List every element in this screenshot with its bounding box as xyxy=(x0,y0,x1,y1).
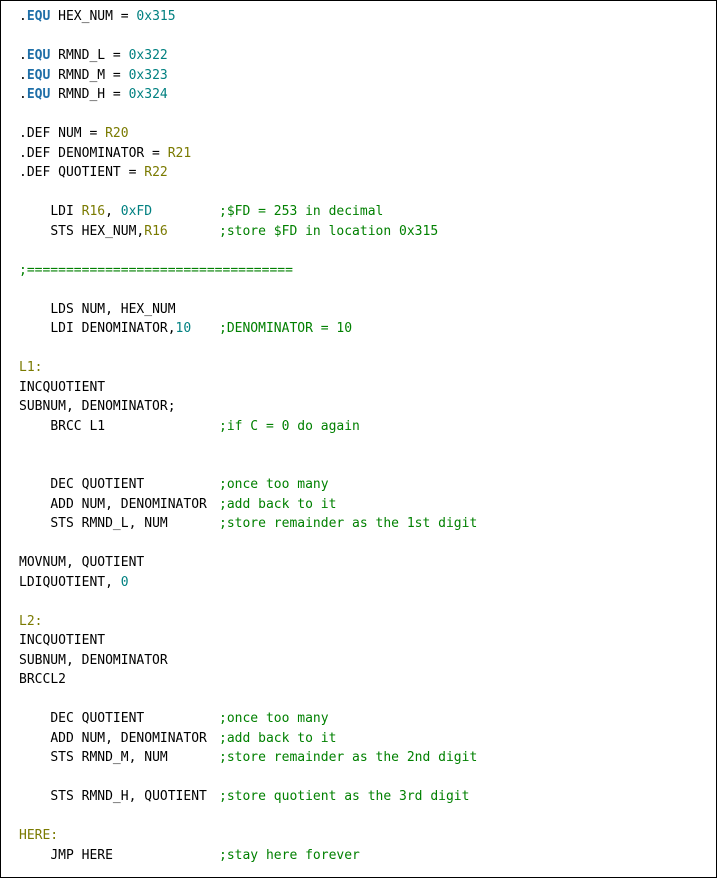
code-line: LDI QUOTIENT, 0 xyxy=(19,573,704,593)
code-line: LDI R16, 0xFD;$FD = 253 in decimal xyxy=(19,202,704,222)
code-line: LDS NUM, HEX_NUM xyxy=(19,300,704,320)
blank-line xyxy=(19,768,704,788)
separator-comment: ;================================== xyxy=(19,261,704,281)
assembly-code-listing: .EQU HEX_NUM = 0x315 .EQU RMND_L = 0x322… xyxy=(0,0,717,878)
code-line: BRCC L2 xyxy=(19,670,704,690)
code-line: DEC QUOTIENT;once too many xyxy=(19,475,704,495)
blank-line xyxy=(19,280,704,300)
equ-name: HEX_NUM xyxy=(58,7,113,27)
equals: = xyxy=(113,7,136,27)
code-line: JMP HERE;stay here forever xyxy=(19,846,704,866)
blank-line xyxy=(19,690,704,710)
code-line: BRCC L1;if C = 0 do again xyxy=(19,417,704,437)
label-l2: L2: xyxy=(19,612,704,632)
label-l1: L1: xyxy=(19,358,704,378)
blank-line xyxy=(19,27,704,47)
code-line: INC QUOTIENT xyxy=(19,378,704,398)
blank-line xyxy=(19,534,704,554)
code-line: INC QUOTIENT xyxy=(19,631,704,651)
code-line: STS RMND_M, NUM;store remainder as the 2… xyxy=(19,748,704,768)
code-line: .DEF QUOTIENT = R22 xyxy=(19,163,704,183)
code-line: .EQU RMND_H = 0x324 xyxy=(19,85,704,105)
code-line: STS HEX_NUM,R16;store $FD in location 0x… xyxy=(19,222,704,242)
code-line: STS RMND_L, NUM;store remainder as the 1… xyxy=(19,514,704,534)
code-line: ADD NUM, DENOMINATOR;add back to it xyxy=(19,495,704,515)
code-line: SUB NUM, DENOMINATOR; xyxy=(19,397,704,417)
code-line: DEC QUOTIENT;once too many xyxy=(19,709,704,729)
equ-value: 0x315 xyxy=(136,7,175,27)
blank-line xyxy=(19,339,704,359)
label-here: HERE: xyxy=(19,826,704,846)
blank-line xyxy=(19,183,704,203)
blank-line xyxy=(19,456,704,476)
blank-line xyxy=(19,592,704,612)
blank-line xyxy=(19,436,704,456)
blank-line xyxy=(19,807,704,827)
code-line: .DEF NUM = R20 xyxy=(19,124,704,144)
dot: . xyxy=(19,7,27,27)
code-line: .EQU RMND_M = 0x323 xyxy=(19,66,704,86)
code-line: LDI DENOMINATOR,10;DENOMINATOR = 10 xyxy=(19,319,704,339)
code-line: .EQU HEX_NUM = 0x315 xyxy=(19,7,704,27)
equ-keyword: EQU xyxy=(27,7,50,27)
blank-line xyxy=(19,105,704,125)
code-line: STS RMND_H, QUOTIENT;store quotient as t… xyxy=(19,787,704,807)
code-line: .DEF DENOMINATOR = R21 xyxy=(19,144,704,164)
code-line: MOV NUM, QUOTIENT xyxy=(19,553,704,573)
blank-line xyxy=(19,241,704,261)
code-line: .EQU RMND_L = 0x322 xyxy=(19,46,704,66)
code-line: ADD NUM, DENOMINATOR;add back to it xyxy=(19,729,704,749)
code-line: SUB NUM, DENOMINATOR xyxy=(19,651,704,671)
